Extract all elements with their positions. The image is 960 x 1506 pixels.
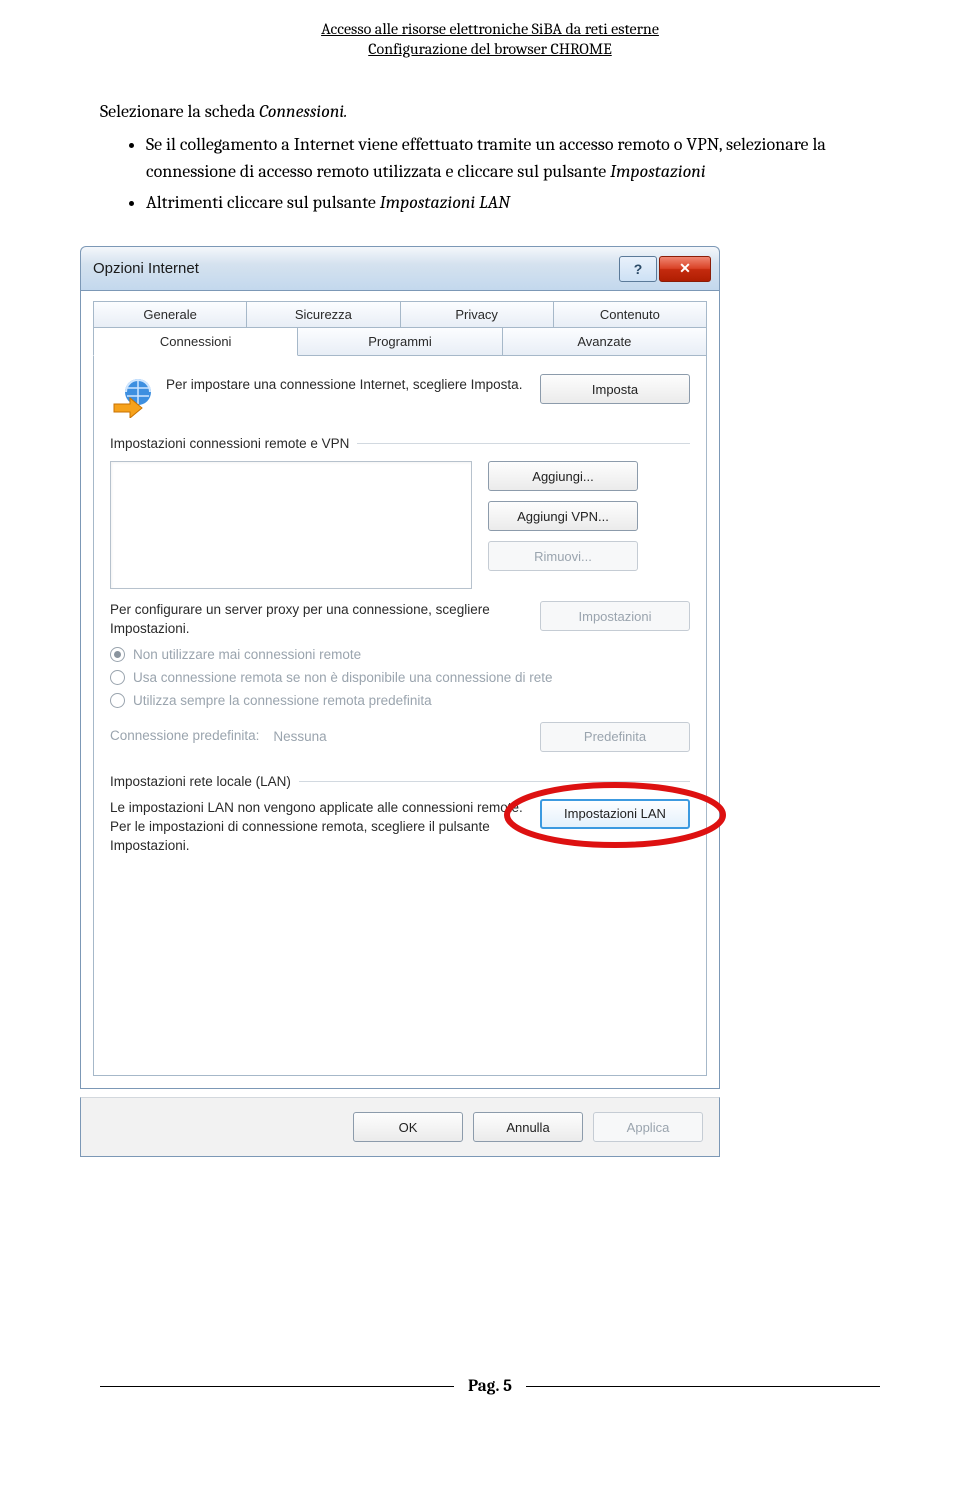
tab-row-bottom: Connessioni Programmi Avanzate [93, 328, 707, 356]
help-button[interactable]: ? [619, 256, 657, 282]
tab-avanzate[interactable]: Avanzate [502, 327, 707, 356]
body-text: Selezionare la scheda Connessioni. Se il… [100, 98, 880, 216]
doc-header-line1: Accesso alle risorse elettroniche SiBA d… [100, 20, 880, 38]
help-icon: ? [634, 261, 643, 277]
vpn-group-legend: Impostazioni connessioni remote e VPN [110, 436, 349, 451]
tab-contenuto[interactable]: Contenuto [553, 301, 707, 328]
bullet-2: Altrimenti cliccare sul pulsante Imposta… [146, 189, 880, 216]
globe-arrow-icon [110, 374, 154, 418]
ok-button[interactable]: OK [353, 1112, 463, 1142]
lan-group-legend: Impostazioni rete locale (LAN) [110, 774, 291, 789]
page-number: Pag. 5 [468, 1377, 512, 1396]
radio-always-dial: Utilizza sempre la connessione remota pr… [110, 693, 690, 708]
tab-generale[interactable]: Generale [93, 301, 247, 328]
intro-paragraph: Selezionare la scheda Connessioni. [100, 98, 880, 125]
radio-dial-when-no-net: Usa connessione remota se non è disponib… [110, 670, 690, 685]
tab-sicurezza[interactable]: Sicurezza [246, 301, 400, 328]
internet-options-dialog: Opzioni Internet ? ✕ Generale Sicurezza … [80, 246, 720, 1157]
close-button[interactable]: ✕ [659, 256, 711, 282]
radio-icon [110, 693, 125, 708]
lan-text: Le impostazioni LAN non vengono applicat… [110, 799, 524, 856]
rimuovi-button: Rimuovi... [488, 541, 638, 571]
predefinita-button: Predefinita [540, 722, 690, 752]
radio-icon [110, 647, 125, 662]
default-connection-value: Nessuna [273, 729, 526, 744]
dialog-title: Opzioni Internet [93, 260, 619, 277]
proxy-text: Per configurare un server proxy per una … [110, 601, 524, 639]
dialog-titlebar: Opzioni Internet ? ✕ [80, 246, 720, 290]
document-header: Accesso alle risorse elettroniche SiBA d… [100, 20, 880, 58]
setup-text: Per impostare una connessione Internet, … [166, 374, 528, 394]
close-icon: ✕ [679, 260, 691, 277]
bullet-1: Se il collegamento a Internet viene effe… [146, 131, 880, 185]
radio-never-dial: Non utilizzare mai connessioni remote [110, 647, 690, 662]
applica-button: Applica [593, 1112, 703, 1142]
aggiungi-button[interactable]: Aggiungi... [488, 461, 638, 491]
page-footer: Pag. 5 [100, 1377, 880, 1396]
tab-panel-connessioni: Per impostare una connessione Internet, … [93, 356, 707, 1076]
tab-programmi[interactable]: Programmi [297, 327, 502, 356]
connections-listbox[interactable] [110, 461, 472, 589]
aggiungi-vpn-button[interactable]: Aggiungi VPN... [488, 501, 638, 531]
tab-connessioni[interactable]: Connessioni [93, 327, 298, 356]
impostazioni-lan-button[interactable]: Impostazioni LAN [540, 799, 690, 829]
impostazioni-button: Impostazioni [540, 601, 690, 631]
imposta-button[interactable]: Imposta [540, 374, 690, 404]
doc-header-line2: Configurazione del browser CHROME [100, 40, 880, 58]
default-connection-label: Connessione predefinita: [110, 728, 259, 745]
tab-row-top: Generale Sicurezza Privacy Contenuto [93, 301, 707, 328]
annulla-button[interactable]: Annulla [473, 1112, 583, 1142]
tab-privacy[interactable]: Privacy [400, 301, 554, 328]
dialog-footer: OK Annulla Applica [80, 1097, 720, 1157]
radio-icon [110, 670, 125, 685]
